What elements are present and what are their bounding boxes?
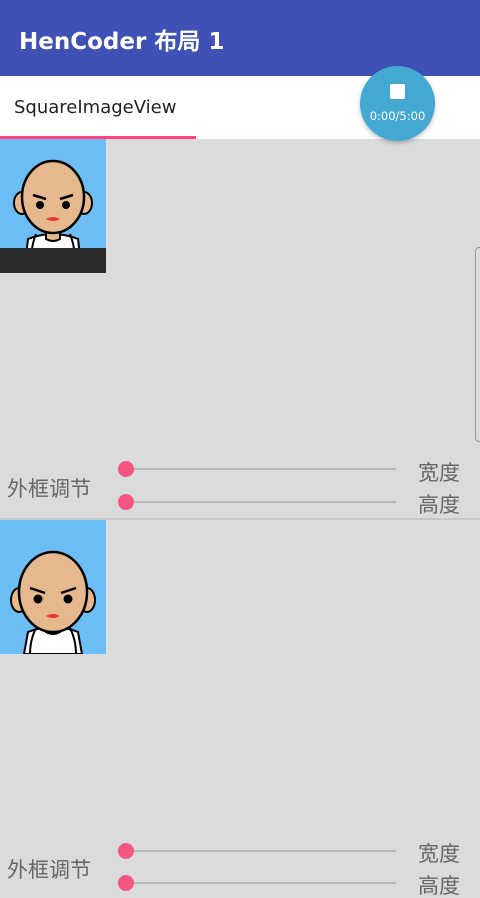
slider-thumb[interactable] xyxy=(118,843,134,859)
image-bottom-bar xyxy=(0,248,106,273)
tab-squareimageview[interactable]: SquareImageView xyxy=(0,76,196,139)
width-slider[interactable] xyxy=(118,841,398,861)
app-title: HenCoder 布局 1 xyxy=(19,29,225,55)
tab-label: SquareImageView xyxy=(14,97,177,118)
height-label: 高度 xyxy=(418,874,460,898)
slider-track xyxy=(126,468,396,470)
slider-track xyxy=(126,882,396,884)
height-slider[interactable] xyxy=(118,873,398,893)
slider-thumb[interactable] xyxy=(118,461,134,477)
square-image-view xyxy=(0,139,106,273)
slider-thumb[interactable] xyxy=(118,494,134,510)
border-control-label: 外框调节 xyxy=(7,477,91,501)
recording-button[interactable]: 0:00/5:00 xyxy=(360,66,435,141)
stop-icon xyxy=(390,84,405,99)
square-image-view xyxy=(0,520,106,654)
slider-track xyxy=(126,501,396,503)
edge-panel-handle[interactable] xyxy=(475,247,480,442)
recording-timer: 0:00/5:00 xyxy=(369,109,426,123)
height-slider[interactable] xyxy=(118,492,398,512)
border-control-label: 外框调节 xyxy=(7,858,91,882)
avatar-face-icon xyxy=(10,550,96,654)
width-label: 宽度 xyxy=(418,842,460,866)
width-label: 宽度 xyxy=(418,461,460,485)
demo-section-2: 外框调节 宽度 高度 xyxy=(0,520,480,898)
slider-track xyxy=(126,850,396,852)
slider-thumb[interactable] xyxy=(118,875,134,891)
height-label: 高度 xyxy=(418,493,460,517)
demo-section-1: 外框调节 宽度 高度 xyxy=(0,139,480,519)
app-bar: HenCoder 布局 1 xyxy=(0,0,480,76)
width-slider[interactable] xyxy=(118,459,398,479)
